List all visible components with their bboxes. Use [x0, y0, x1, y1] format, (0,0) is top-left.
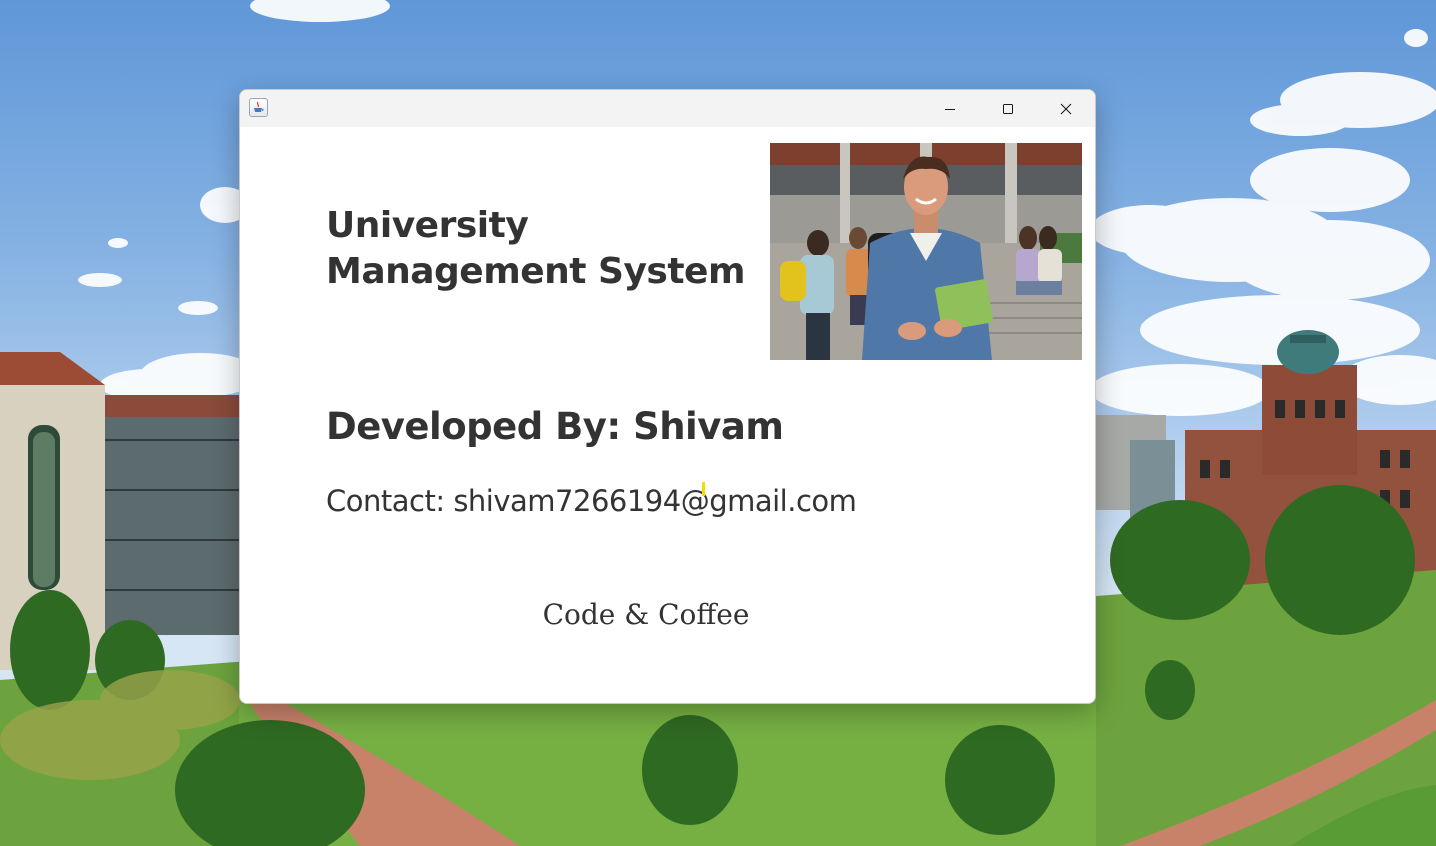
about-window: University Management System Developed B… — [239, 89, 1096, 704]
java-cup-icon[interactable] — [249, 98, 268, 117]
app-title-line-1: University — [326, 205, 529, 246]
close-button[interactable] — [1037, 90, 1095, 127]
minimize-button[interactable] — [921, 90, 979, 127]
close-icon — [1060, 103, 1072, 114]
app-title: University Management System — [326, 203, 745, 295]
maximize-icon — [1003, 103, 1013, 114]
minimize-icon — [945, 108, 955, 110]
contact-email: Contact: shivam7266194@gmail.com — [326, 484, 857, 518]
app-title-line-2: Management System — [326, 251, 745, 292]
about-panel: University Management System Developed B… — [240, 127, 1095, 703]
developer-credit: Developed By: Shivam — [326, 405, 784, 448]
title-bar[interactable] — [240, 90, 1095, 127]
text-caret — [702, 482, 705, 496]
student-photo — [770, 143, 1082, 360]
maximize-button[interactable] — [979, 90, 1037, 127]
footer-tagline: Code & Coffee — [542, 598, 750, 631]
